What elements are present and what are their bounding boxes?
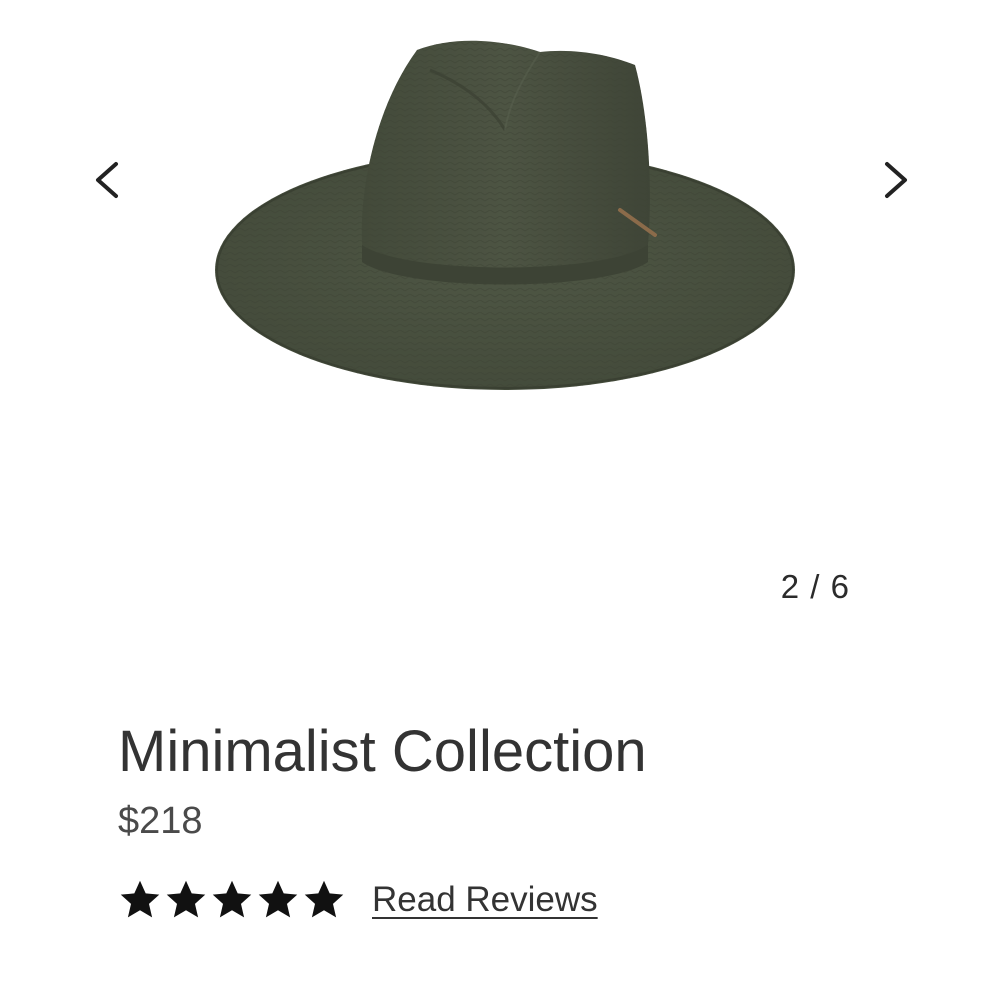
chevron-right-icon bbox=[885, 162, 907, 198]
star-icon bbox=[304, 880, 344, 918]
star-icon bbox=[166, 880, 206, 918]
previous-image-button[interactable] bbox=[88, 150, 128, 210]
star-icon bbox=[258, 880, 298, 918]
product-title: Minimalist Collection bbox=[118, 719, 647, 784]
product-image-hat[interactable] bbox=[205, 30, 805, 400]
star-icon bbox=[212, 880, 252, 918]
star-rating[interactable] bbox=[118, 878, 348, 922]
chevron-left-icon bbox=[96, 162, 118, 198]
rating-row: Read Reviews bbox=[118, 872, 598, 928]
image-pager: 2 / 6 bbox=[780, 568, 850, 605]
product-image-gallery: 2 / 6 bbox=[0, 0, 1000, 640]
next-image-button[interactable] bbox=[875, 150, 915, 210]
star-icon bbox=[120, 880, 160, 918]
product-price: $218 bbox=[118, 800, 203, 842]
read-reviews-link[interactable]: Read Reviews bbox=[372, 880, 598, 920]
